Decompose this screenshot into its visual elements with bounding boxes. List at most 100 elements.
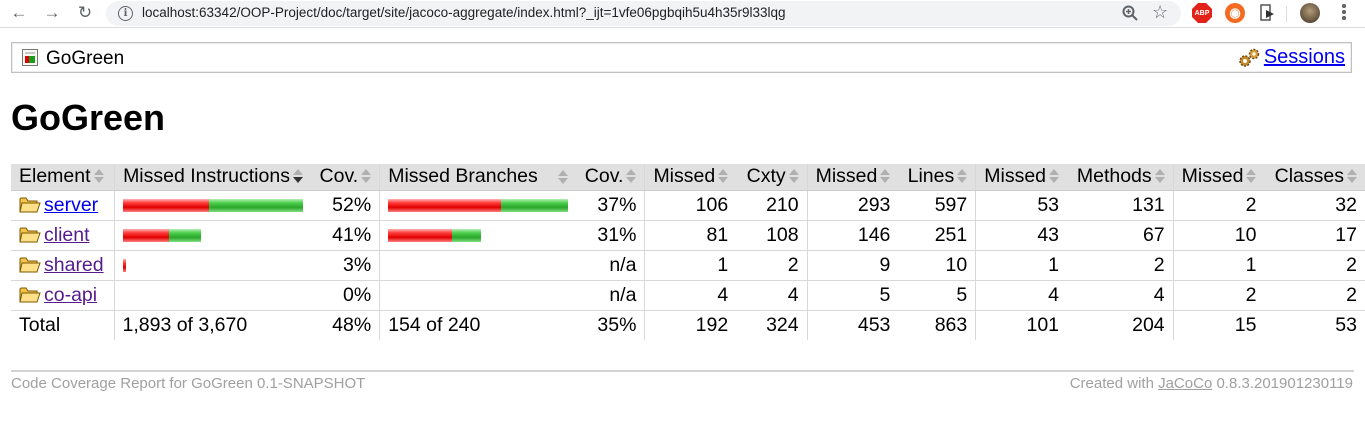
methods-missed-cell: 43: [975, 220, 1068, 251]
branch-cov-cell: 31%: [576, 220, 645, 251]
package-link[interactable]: client: [44, 224, 90, 246]
col-methods[interactable]: Methods: [1067, 164, 1174, 191]
element-cell: client: [11, 220, 114, 251]
address-bar[interactable]: i localhost:63342/OOP-Project/doc/target…: [106, 1, 1181, 26]
package-icon: [19, 227, 41, 242]
col-lines-missed[interactable]: Missed: [806, 164, 899, 191]
col-methods-missed[interactable]: Missed: [975, 164, 1068, 191]
cxty-missed-cell: 4: [644, 280, 737, 311]
covered-bar: [208, 198, 303, 212]
col-missed-instructions[interactable]: Missed Instructions: [113, 164, 311, 191]
cxty-missed-cell: 81: [644, 220, 737, 251]
address-url[interactable]: localhost:63342/OOP-Project/doc/target/s…: [142, 5, 786, 20]
breadcrumb: GoGreen Sessions: [11, 42, 1352, 73]
coverage-bar: [122, 228, 303, 242]
orange-extension-icon[interactable]: ◉: [1225, 3, 1245, 23]
sessions-link[interactable]: Sessions: [1264, 46, 1345, 69]
table-row: server 52% 37% 106 210 293 597 53 131 2 32: [11, 190, 1365, 221]
total-instructions: 1,893 of 3,670: [113, 310, 311, 340]
footer-credit-prefix: Created with: [1069, 375, 1154, 392]
classes-cell: 32: [1264, 190, 1365, 221]
package-icon: [19, 257, 41, 272]
total-row: Total 1,893 of 3,670 48% 154 of 240 35% …: [11, 310, 1365, 340]
footer-credit: Created with JaCoCo 0.8.3.201901230119: [1070, 375, 1353, 392]
total-lines-missed: 453: [806, 310, 899, 340]
jacoco-link[interactable]: JaCoCo: [1158, 375, 1212, 392]
reload-icon[interactable]: ↻: [74, 2, 96, 24]
covered-bar: [501, 198, 569, 212]
profile-avatar[interactable]: [1300, 3, 1320, 23]
missed-bar: [122, 228, 169, 242]
missed-bar: [122, 258, 126, 272]
instr-bar-cell: [113, 250, 311, 281]
footer-version: 0.8.3.201901230119: [1216, 375, 1353, 392]
methods-cell: 67: [1067, 220, 1174, 251]
instr-bar-cell: [113, 190, 311, 221]
cxty-missed-cell: 106: [644, 190, 737, 221]
package-link[interactable]: server: [44, 194, 98, 216]
missed-bar: [388, 228, 453, 242]
col-classes-missed[interactable]: Missed: [1172, 164, 1265, 191]
lines-missed-cell: 146: [806, 220, 899, 251]
cxty-cell: 2: [736, 250, 808, 281]
adblock-extension-icon[interactable]: ABP: [1192, 3, 1212, 23]
covered-bar: [168, 228, 201, 242]
total-classes-missed: 15: [1172, 310, 1265, 340]
cxty-cell: 4: [736, 280, 808, 311]
covered-bar: [452, 228, 482, 242]
methods-missed-cell: 53: [975, 190, 1068, 221]
sort-icon: [880, 169, 891, 184]
classes-cell: 2: [1264, 250, 1365, 281]
lines-cell: 597: [898, 190, 976, 221]
lines-cell: 10: [898, 250, 976, 281]
cxty-cell: 108: [736, 220, 808, 251]
browser-menu-icon[interactable]: [1342, 4, 1346, 22]
sort-icon: [558, 170, 569, 185]
missed-bar: [388, 198, 502, 212]
col-branch-cov[interactable]: Cov.: [576, 164, 645, 191]
lines-missed-cell: 9: [806, 250, 899, 281]
col-cxty[interactable]: Cxty: [736, 164, 808, 191]
table-row: shared 3% n/a 1 2 9 10 1 2 1 2: [11, 250, 1365, 281]
sort-icon: [1154, 169, 1165, 184]
forward-icon[interactable]: →: [41, 2, 63, 24]
footer-report-label: Code Coverage Report for GoGreen 0.1-SNA…: [11, 375, 366, 392]
sessions-link-group[interactable]: Sessions: [1237, 46, 1345, 69]
col-lines[interactable]: Lines: [898, 164, 976, 191]
reader-extension-icon[interactable]: [1257, 3, 1277, 23]
site-info-icon[interactable]: i: [118, 6, 133, 21]
bookmark-star-icon[interactable]: ☆: [1152, 2, 1168, 23]
toolbar-divider: [1286, 6, 1287, 22]
instr-cov-cell: 41%: [310, 220, 380, 251]
col-classes[interactable]: Classes: [1264, 164, 1365, 191]
methods-cell: 2: [1067, 250, 1174, 281]
branch-bar-cell: [379, 220, 577, 251]
sort-icon: [93, 169, 104, 184]
package-icon: [19, 287, 41, 302]
col-cxty-missed[interactable]: Missed: [644, 164, 737, 191]
sort-icon: [1347, 169, 1357, 184]
methods-missed-cell: 4: [975, 280, 1068, 311]
lines-missed-cell: 5: [806, 280, 899, 311]
package-link[interactable]: shared: [44, 254, 104, 276]
page-title: GoGreen: [11, 97, 166, 138]
zoom-icon[interactable]: [1121, 4, 1139, 22]
cxty-cell: 210: [736, 190, 808, 221]
total-label: Total: [19, 313, 61, 336]
back-icon[interactable]: ←: [8, 2, 30, 24]
package-link[interactable]: co-api: [44, 284, 97, 306]
methods-cell: 4: [1067, 280, 1174, 311]
classes-cell: 2: [1264, 280, 1365, 311]
instr-cov-cell: 3%: [310, 250, 380, 281]
methods-missed-cell: 1: [975, 250, 1068, 281]
table-row: client 41% 31% 81 108 146 251 43 67 10 17: [11, 220, 1365, 251]
col-missed-branches[interactable]: Missed Branches: [379, 164, 577, 191]
branch-cov-cell: n/a: [576, 250, 645, 281]
sort-desc-icon: [292, 169, 303, 184]
total-instr-cov: 48%: [332, 313, 372, 336]
classes-missed-cell: 10: [1172, 220, 1265, 251]
col-element[interactable]: Element: [11, 164, 114, 191]
col-instr-cov[interactable]: Cov.: [310, 164, 380, 191]
instr-bar-cell: [113, 220, 311, 251]
element-cell: shared: [11, 250, 114, 281]
